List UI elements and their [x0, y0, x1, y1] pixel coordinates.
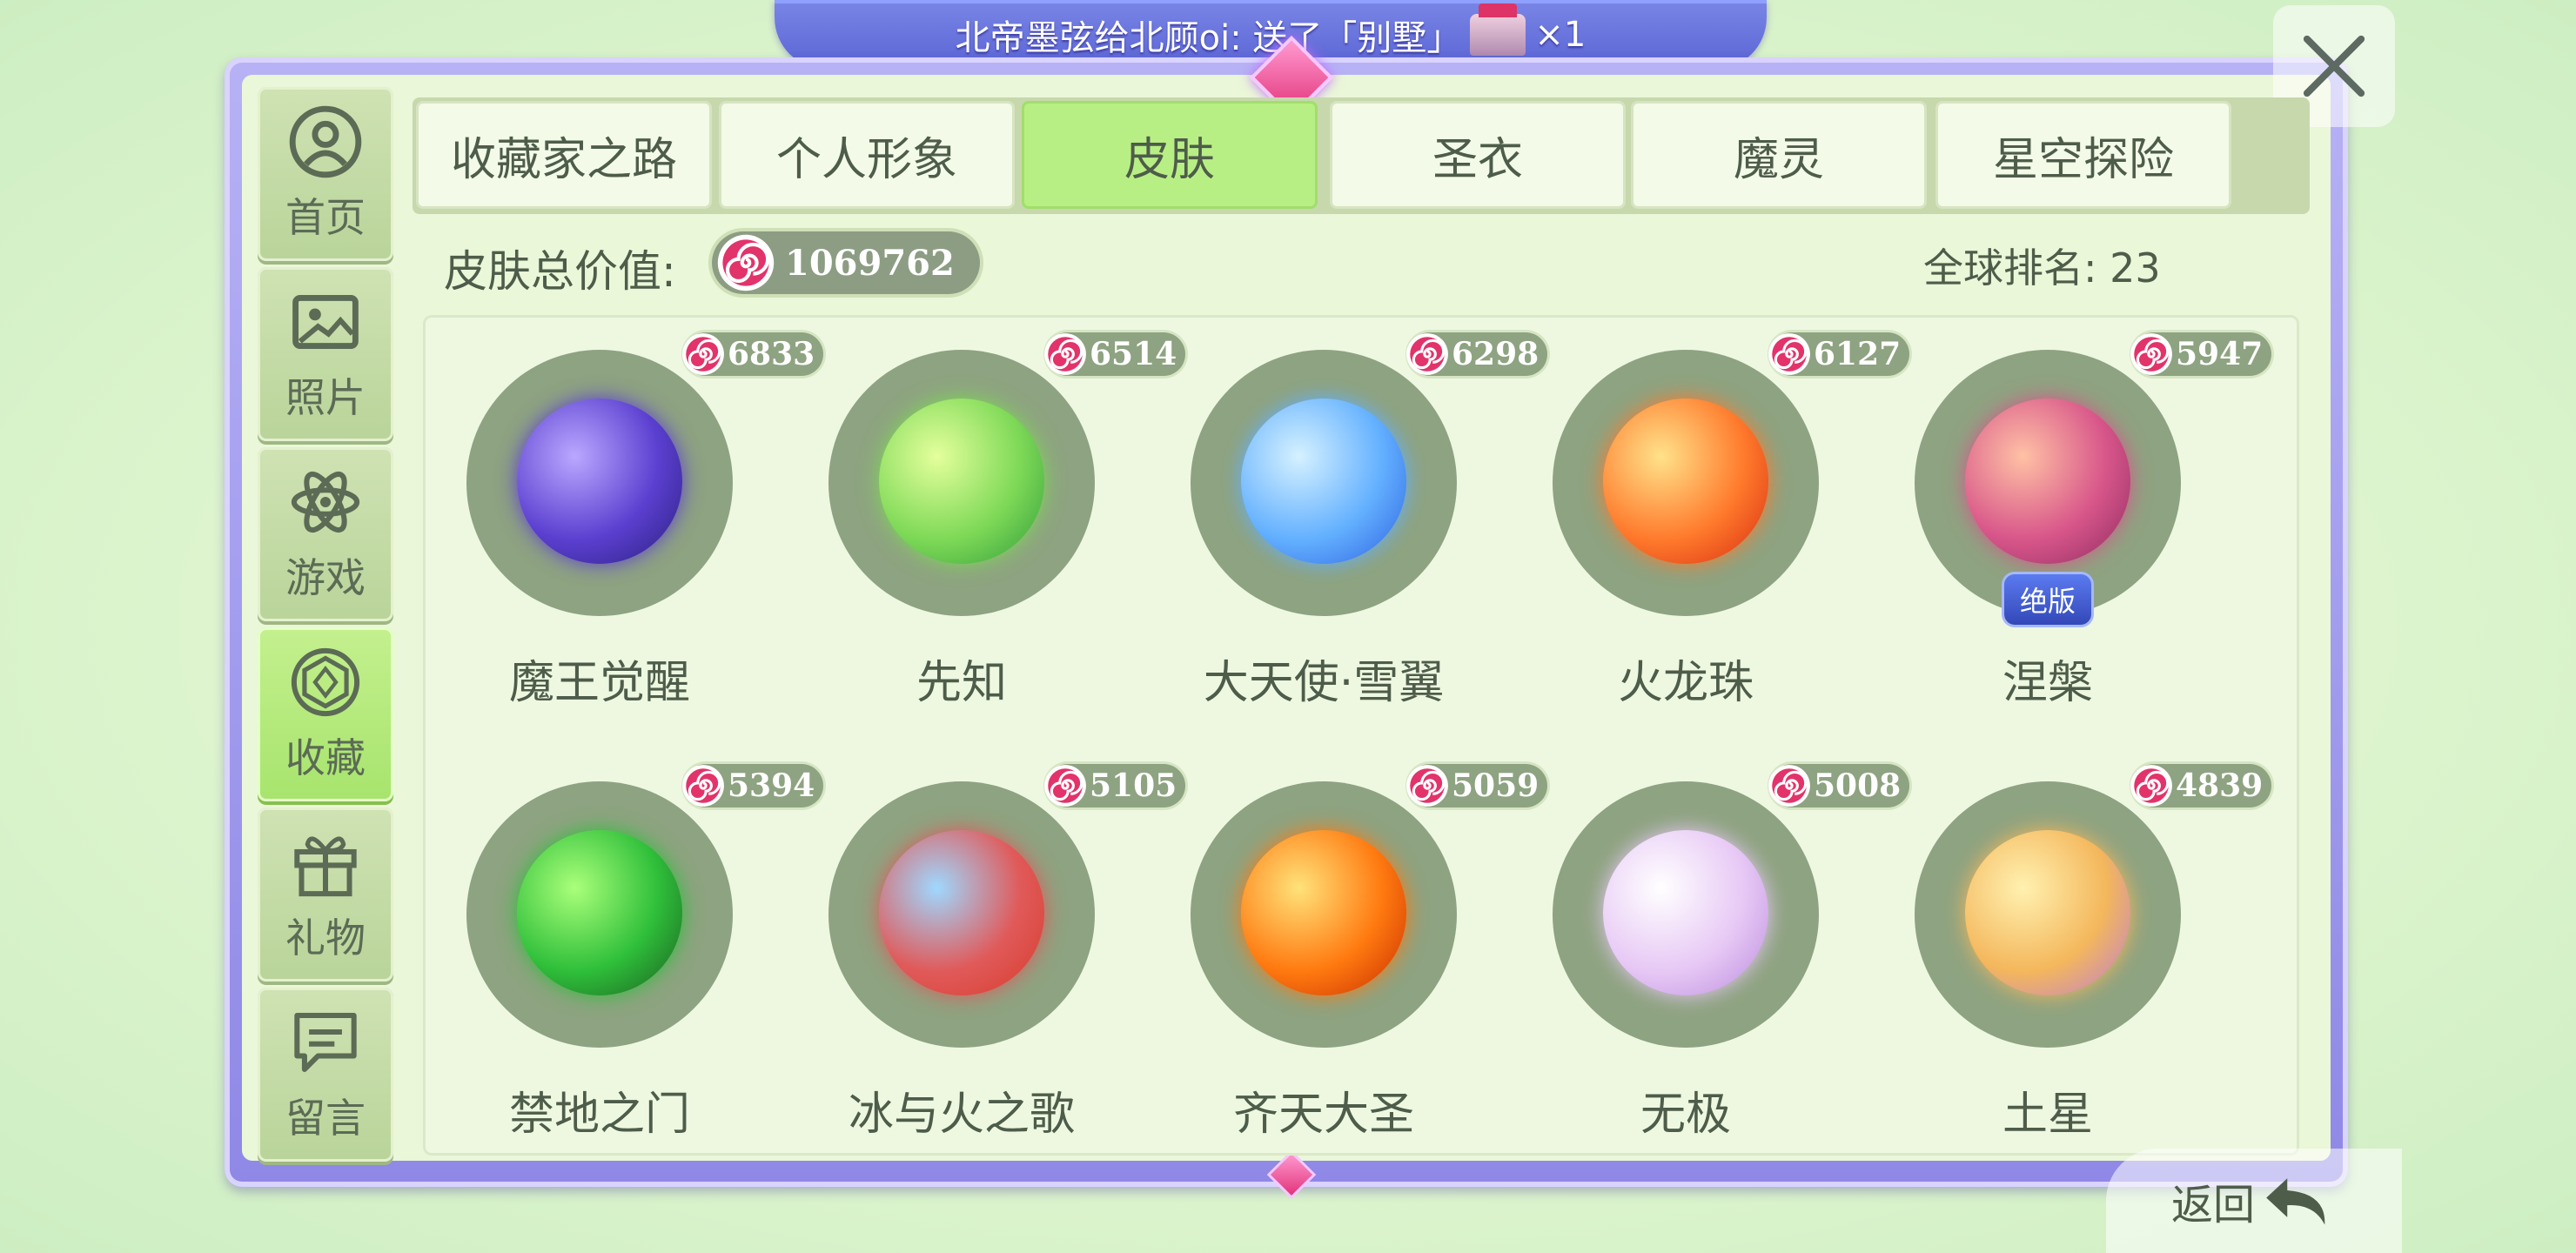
skin-orb-icon: [517, 830, 682, 995]
skin-item[interactable]: 5947 绝版涅槃: [1915, 315, 2271, 715]
villa-gift-icon: [1470, 3, 1526, 56]
price-value: 5059: [1452, 767, 1540, 804]
skin-name: 土星: [2002, 1089, 2093, 1141]
skin-orb-icon: [1603, 830, 1768, 995]
banner-count: ×1: [1534, 15, 1587, 55]
price-value: 5008: [1814, 767, 1902, 804]
skin-orb-icon: [1603, 399, 1768, 564]
tab-spirits[interactable]: 魔灵: [1631, 101, 1927, 209]
skin-name: 齐天大圣: [1232, 1089, 1414, 1141]
skin-orb-icon: [879, 399, 1044, 564]
price-badge: 4839: [2130, 764, 2271, 807]
skin-name: 魔王觉醒: [508, 657, 690, 709]
skin-name: 大天使·雪翼: [1203, 657, 1445, 709]
skin-item[interactable]: 6833 魔王觉醒: [466, 315, 823, 715]
gift-icon: [294, 836, 357, 897]
limited-edition-stamp: 绝版: [2004, 574, 2091, 625]
sidebar-item-messages[interactable]: 留言: [258, 988, 393, 1162]
skin-orb-icon: [1241, 830, 1406, 995]
banner-text: 北帝墨弦给北顾oi: 送了「别墅」: [955, 18, 1462, 58]
skin-orb-icon: [1965, 399, 2130, 564]
return-button[interactable]: 返回: [2106, 1149, 2402, 1253]
sidebar-item-gifts[interactable]: 礼物: [258, 807, 393, 982]
skin-item[interactable]: 4839 土星: [1915, 747, 2271, 1147]
skin-name: 无极: [1640, 1089, 1731, 1141]
skin-orb-icon: [879, 830, 1044, 995]
sidebar-item-photos[interactable]: 照片: [258, 267, 393, 441]
skin-name: 先知: [916, 657, 1007, 709]
candy-currency-icon: [682, 333, 724, 375]
candy-currency-icon: [1768, 333, 1810, 375]
price-value: 6298: [1452, 336, 1540, 372]
price-value: 4839: [2176, 767, 2264, 804]
skin-item[interactable]: 6514 先知: [828, 315, 1185, 715]
candy-currency-icon: [1768, 765, 1810, 807]
price-badge: 5947: [2130, 332, 2271, 376]
tab-skins[interactable]: 皮肤: [1022, 101, 1318, 209]
price-badge: 6127: [1768, 332, 1909, 376]
candy-currency-icon: [2130, 765, 2172, 807]
tab-holy-cloth[interactable]: 圣衣: [1330, 101, 1626, 209]
sidebar-item-label: 礼物: [285, 915, 366, 962]
message-icon: [294, 1013, 357, 1072]
return-label: 返回: [2170, 1181, 2255, 1230]
skin-grid: 6833 魔王觉醒 6514 先知 6298 大天使·雪翼 6127 火龙珠 5947 绝版 涅槃 5…: [423, 315, 2299, 1156]
sidebar-item-label: 留言: [285, 1095, 366, 1142]
price-value: 6514: [1090, 336, 1177, 372]
candy-currency-icon: [1044, 333, 1086, 375]
price-badge: 5394: [682, 764, 823, 807]
candy-currency-icon: [717, 234, 775, 291]
skin-orb-icon: [1241, 399, 1406, 564]
price-value: 6833: [728, 336, 815, 372]
sidebar: 首页 照片 游戏 收藏 礼物 留言: [258, 87, 397, 1168]
skin-name: 涅槃: [2002, 657, 2093, 709]
skin-item[interactable]: 6127 火龙珠: [1553, 315, 1909, 715]
price-value: 5105: [1090, 767, 1177, 804]
price-badge: 6298: [1406, 332, 1547, 376]
picture-icon: [292, 295, 359, 349]
price-badge: 5008: [1768, 764, 1909, 807]
price-value: 6127: [1814, 336, 1902, 372]
global-rank: 全球排名: 23: [1923, 245, 2161, 291]
sidebar-item-home[interactable]: 首页: [258, 87, 393, 261]
skin-item[interactable]: 5105 冰与火之歌: [828, 747, 1185, 1147]
skin-orb-icon: [1965, 830, 2130, 995]
skin-item[interactable]: 5008 无极: [1553, 747, 1909, 1147]
sidebar-item-label: 首页: [285, 194, 366, 241]
skin-name: 冰与火之歌: [848, 1089, 1075, 1141]
price-badge: 6833: [682, 332, 823, 376]
return-arrow-icon: [2266, 1178, 2325, 1225]
skin-orb-icon: [517, 399, 682, 564]
price-value: 5394: [728, 767, 815, 804]
total-value-pill: 1069762: [712, 231, 980, 294]
tab-collector-road[interactable]: 收藏家之路: [416, 101, 712, 209]
total-value-label: 皮肤总价值:: [444, 246, 676, 297]
price-badge: 5059: [1406, 764, 1547, 807]
price-value: 5947: [2176, 336, 2264, 372]
candy-currency-icon: [1406, 765, 1448, 807]
skin-item[interactable]: 6298 大天使·雪翼: [1191, 315, 1547, 715]
candy-currency-icon: [682, 765, 724, 807]
candy-currency-icon: [2130, 333, 2172, 375]
skin-name: 禁地之门: [508, 1089, 690, 1141]
price-badge: 5105: [1044, 764, 1185, 807]
person-icon: [289, 105, 362, 178]
skin-item[interactable]: 5059 齐天大圣: [1191, 747, 1547, 1147]
skin-item[interactable]: 5394 禁地之门: [466, 747, 823, 1147]
sidebar-item-label: 游戏: [285, 554, 366, 601]
candy-currency-icon: [1044, 765, 1086, 807]
sidebar-item-label: 照片: [285, 374, 366, 421]
skin-name: 火龙珠: [1617, 657, 1754, 709]
category-tabs: 收藏家之路 个人形象 皮肤 圣衣 魔灵 星空探险: [413, 97, 2310, 214]
tab-personal-image[interactable]: 个人形象: [719, 101, 1015, 209]
price-badge: 6514: [1044, 332, 1185, 376]
atom-icon: [291, 471, 360, 533]
total-value: 1069762: [785, 242, 955, 284]
tab-star-adventure[interactable]: 星空探险: [1935, 101, 2231, 209]
gem-icon: [291, 647, 360, 717]
sidebar-item-label: 收藏: [285, 734, 366, 781]
sidebar-item-games[interactable]: 游戏: [258, 447, 393, 621]
sidebar-item-collection[interactable]: 收藏: [258, 627, 393, 801]
candy-currency-icon: [1406, 333, 1448, 375]
